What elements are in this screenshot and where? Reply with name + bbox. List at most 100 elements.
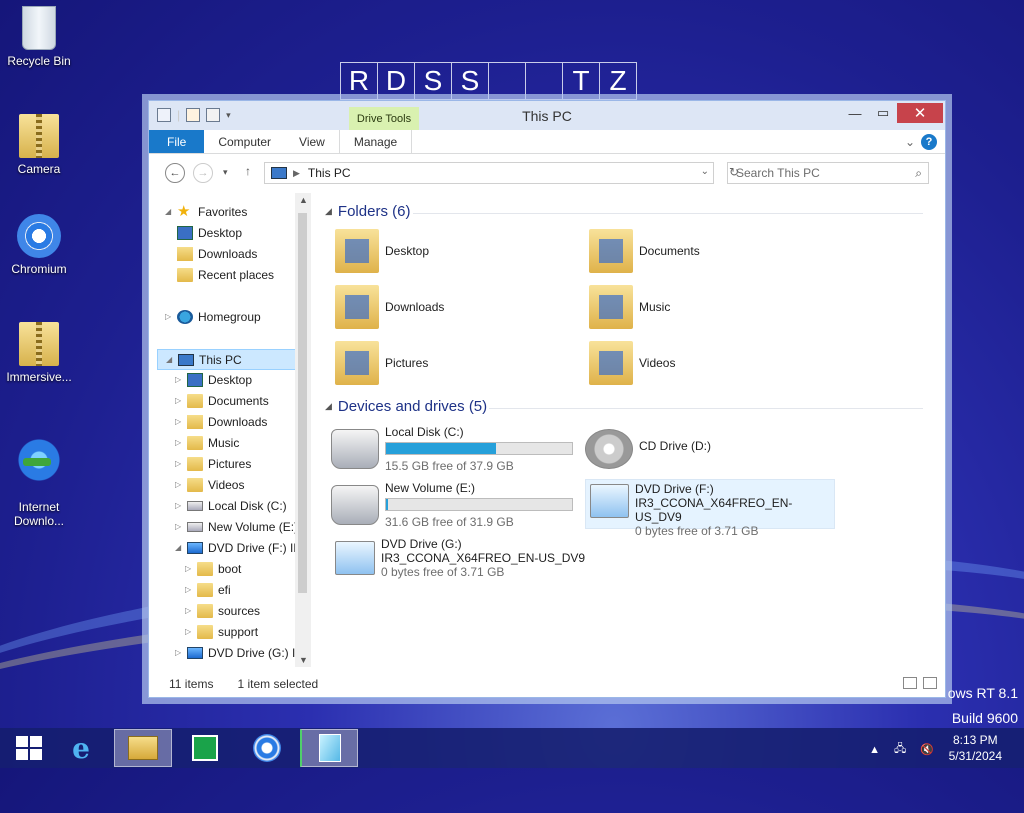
expand-icon[interactable]: ▷ xyxy=(175,417,187,426)
taskbar-internet-explorer[interactable]: e xyxy=(52,729,110,767)
desktop-icon-internet-download[interactable]: Internet Downlo... xyxy=(4,424,74,542)
clock[interactable]: 8:13 PM 5/31/2024 xyxy=(949,732,1002,764)
back-button[interactable]: ← xyxy=(165,163,185,183)
breadcrumb-arrow-icon[interactable]: ▶ xyxy=(293,168,300,179)
maximize-button[interactable]: ▭ xyxy=(869,103,897,123)
expand-icon[interactable]: ▷ xyxy=(185,585,197,594)
details-view-icon[interactable] xyxy=(903,677,917,689)
devices-group-header[interactable]: ◢ Devices and drives (5) xyxy=(325,398,487,415)
expand-icon[interactable]: ▷ xyxy=(185,564,197,573)
tab-file[interactable]: File xyxy=(149,130,205,153)
folders-group-header[interactable]: ◢ Folders (6) xyxy=(325,203,410,220)
expand-icon[interactable]: ▷ xyxy=(175,480,187,489)
collapse-icon[interactable]: ◢ xyxy=(166,355,178,364)
tree-pc-desktop[interactable]: ▷ Desktop xyxy=(175,369,252,390)
scroll-up-icon[interactable]: ▲ xyxy=(299,195,308,205)
folder-tile-music[interactable]: Music xyxy=(589,285,670,329)
scrollbar-thumb[interactable] xyxy=(298,213,307,593)
collapse-icon[interactable]: ◢ xyxy=(165,207,177,216)
help-icon[interactable]: ? xyxy=(921,134,937,150)
drive-tile-dvd-f[interactable]: DVD Drive (F:) IR3_CCONA_X64FREO_EN-US_D… xyxy=(585,479,835,538)
title-bar[interactable]: | ▾ Drive Tools This PC — ▭ ✕ xyxy=(149,101,945,130)
tree-pc-dvd-f[interactable]: ◢ DVD Drive (F:) IR3 xyxy=(175,537,309,558)
close-button[interactable]: ✕ xyxy=(897,103,943,123)
tree-fav-desktop[interactable]: Desktop xyxy=(177,222,242,243)
zip-folder-icon xyxy=(19,322,59,366)
expand-icon[interactable]: ▷ xyxy=(165,312,177,321)
start-button[interactable] xyxy=(0,729,58,767)
desktop-icon-recycle-bin[interactable]: Recycle Bin xyxy=(4,6,74,68)
collapse-group-icon[interactable]: ◢ xyxy=(325,401,332,412)
tab-computer[interactable]: Computer xyxy=(204,130,285,153)
content-pane: ◢ Folders (6) Desktop Documents Download… xyxy=(317,193,931,667)
expand-icon[interactable]: ▷ xyxy=(185,606,197,615)
tree-pc-pictures[interactable]: ▷ Pictures xyxy=(175,453,251,474)
desktop-icon-camera[interactable]: Camera xyxy=(4,114,74,176)
search-input[interactable]: Search This PC ⌕ xyxy=(727,162,929,184)
folder-tile-downloads[interactable]: Downloads xyxy=(335,285,444,329)
tree-pc-music[interactable]: ▷ Music xyxy=(175,432,239,453)
documents-folder-icon xyxy=(187,393,203,408)
expand-icon[interactable]: ▷ xyxy=(175,375,187,384)
drive-tile-new-volume-e[interactable]: New Volume (E:) 31.6 GB free of 31.9 GB xyxy=(331,481,573,529)
desktop-folder-icon xyxy=(335,229,379,273)
tree-fav-recent-places[interactable]: Recent places xyxy=(177,264,274,285)
clock-time: 8:13 PM xyxy=(952,733,998,747)
taskbar-chromium[interactable] xyxy=(238,729,296,767)
expand-icon[interactable]: ▷ xyxy=(175,396,187,405)
tree-fav-downloads[interactable]: Downloads xyxy=(177,243,257,264)
tree-pc-documents[interactable]: ▷ Documents xyxy=(175,390,269,411)
folder-tile-pictures[interactable]: Pictures xyxy=(335,341,428,385)
desktop-icon-immersive[interactable]: Immersive... xyxy=(4,322,74,384)
expand-icon[interactable]: ▷ xyxy=(185,627,197,636)
forward-button[interactable]: → xyxy=(193,163,213,183)
navigation-pane-scrollbar[interactable]: ▲ ▼ xyxy=(295,193,311,667)
tree-pc-videos[interactable]: ▷ Videos xyxy=(175,474,244,495)
expand-icon[interactable]: ▷ xyxy=(175,501,187,510)
expand-icon[interactable]: ▷ xyxy=(175,459,187,468)
up-button[interactable]: ↑ xyxy=(245,164,251,178)
tree-homegroup[interactable]: ▷ Homegroup xyxy=(165,306,261,327)
tree-pc-downloads[interactable]: ▷ Downloads xyxy=(175,411,267,432)
breadcrumb-this-pc[interactable]: This PC xyxy=(308,166,351,180)
tree-favorites[interactable]: ◢ ★ Favorites xyxy=(165,201,247,222)
folder-tile-documents[interactable]: Documents xyxy=(589,229,700,273)
collapse-group-icon[interactable]: ◢ xyxy=(325,206,332,217)
taskbar-store[interactable] xyxy=(176,729,234,767)
taskbar-file-explorer[interactable] xyxy=(114,729,172,767)
expand-icon[interactable]: ▷ xyxy=(175,648,187,657)
folder-tile-desktop[interactable]: Desktop xyxy=(335,229,429,273)
tree-dvd-sources[interactable]: ▷ sources xyxy=(185,600,260,621)
show-hidden-icons-icon[interactable]: ▲ xyxy=(869,744,880,756)
minimize-button[interactable]: — xyxy=(841,103,869,123)
collapse-icon[interactable]: ◢ xyxy=(175,543,187,552)
taskbar-app[interactable] xyxy=(300,729,358,767)
folder-tile-videos[interactable]: Videos xyxy=(589,341,675,385)
hard-drive-icon xyxy=(331,429,379,469)
volume-muted-icon[interactable]: 🔇 xyxy=(920,743,934,756)
explorer-window: | ▾ Drive Tools This PC — ▭ ✕ File Compu… xyxy=(148,100,946,698)
pictures-folder-icon xyxy=(187,456,203,471)
tab-view[interactable]: View xyxy=(285,130,339,153)
recent-locations-icon[interactable]: ▾ xyxy=(223,167,228,178)
scroll-down-icon[interactable]: ▼ xyxy=(299,655,308,665)
expand-icon[interactable]: ▷ xyxy=(175,438,187,447)
tree-this-pc[interactable]: ◢ This PC xyxy=(157,349,297,370)
network-icon[interactable]: 🖧 xyxy=(894,740,906,759)
tree-dvd-support[interactable]: ▷ support xyxy=(185,621,258,642)
large-icons-view-icon[interactable] xyxy=(923,677,937,689)
tree-pc-local-disk-c[interactable]: ▷ Local Disk (C:) xyxy=(175,495,287,516)
tree-dvd-efi[interactable]: ▷ efi xyxy=(185,579,231,600)
tree-pc-dvd-g[interactable]: ▷ DVD Drive (G:) IR xyxy=(175,642,304,663)
tab-manage[interactable]: Manage xyxy=(338,130,413,153)
drive-tile-local-disk-c[interactable]: Local Disk (C:) 15.5 GB free of 37.9 GB xyxy=(331,425,573,473)
drive-tile-cd-d[interactable]: CD Drive (D:) xyxy=(585,425,711,469)
drive-tile-dvd-g[interactable]: DVD Drive (G:) IR3_CCONA_X64FREO_EN-US_D… xyxy=(335,537,585,579)
address-dropdown-icon[interactable]: ⌄ xyxy=(701,166,709,177)
expand-icon[interactable]: ▷ xyxy=(175,522,187,531)
expand-ribbon-icon[interactable]: ⌄ xyxy=(905,135,915,149)
address-bar[interactable]: ▶ This PC ⌄ ↻ xyxy=(264,162,739,184)
tree-pc-new-volume-e[interactable]: ▷ New Volume (E:) xyxy=(175,516,298,537)
tree-dvd-boot[interactable]: ▷ boot xyxy=(185,558,241,579)
desktop-icon-chromium[interactable]: Chromium xyxy=(4,214,74,276)
